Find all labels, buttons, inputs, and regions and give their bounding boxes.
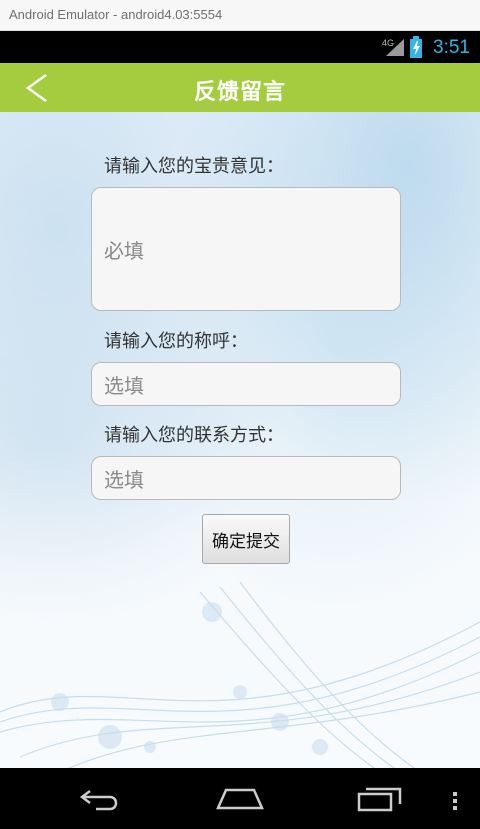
- opinion-textarea[interactable]: 必填: [91, 187, 401, 311]
- contact-placeholder: 选填: [104, 467, 144, 492]
- submit-button[interactable]: 确定提交: [202, 514, 290, 564]
- emulator-title: Android Emulator - android4.03:5554: [9, 7, 223, 22]
- status-clock: 3:51: [433, 37, 470, 58]
- name-label: 请输入您的称呼：: [104, 331, 248, 352]
- feedback-form: 请输入您的宝贵意见： 必填 请输入您的称呼： 选填 请输入您的联系方式： 选填 …: [0, 112, 480, 768]
- contact-label: 请输入您的联系方式：: [104, 425, 284, 446]
- signal-icon: 4G: [382, 38, 404, 56]
- nav-back-icon[interactable]: [76, 784, 124, 814]
- opinion-placeholder: 必填: [104, 238, 144, 263]
- emulator-title-bar: Android Emulator - android4.03:5554: [0, 0, 480, 31]
- navigation-bar: [0, 768, 480, 829]
- contact-input[interactable]: 选填: [91, 456, 401, 500]
- network-type: 4G: [382, 38, 394, 48]
- name-input[interactable]: 选填: [91, 362, 401, 406]
- battery-icon: [410, 36, 422, 58]
- background-wave-decoration: [0, 582, 480, 768]
- page-title: 反馈留言: [193, 80, 286, 105]
- status-bar: 4G 3:51: [0, 31, 480, 63]
- opinion-label: 请输入您的宝贵意见：: [104, 156, 284, 177]
- nav-recents-icon[interactable]: [356, 784, 406, 814]
- app-bar: 反馈留言: [0, 63, 480, 112]
- name-placeholder: 选填: [104, 373, 144, 398]
- nav-home-icon[interactable]: [214, 784, 266, 814]
- overflow-menu-icon[interactable]: [449, 784, 461, 814]
